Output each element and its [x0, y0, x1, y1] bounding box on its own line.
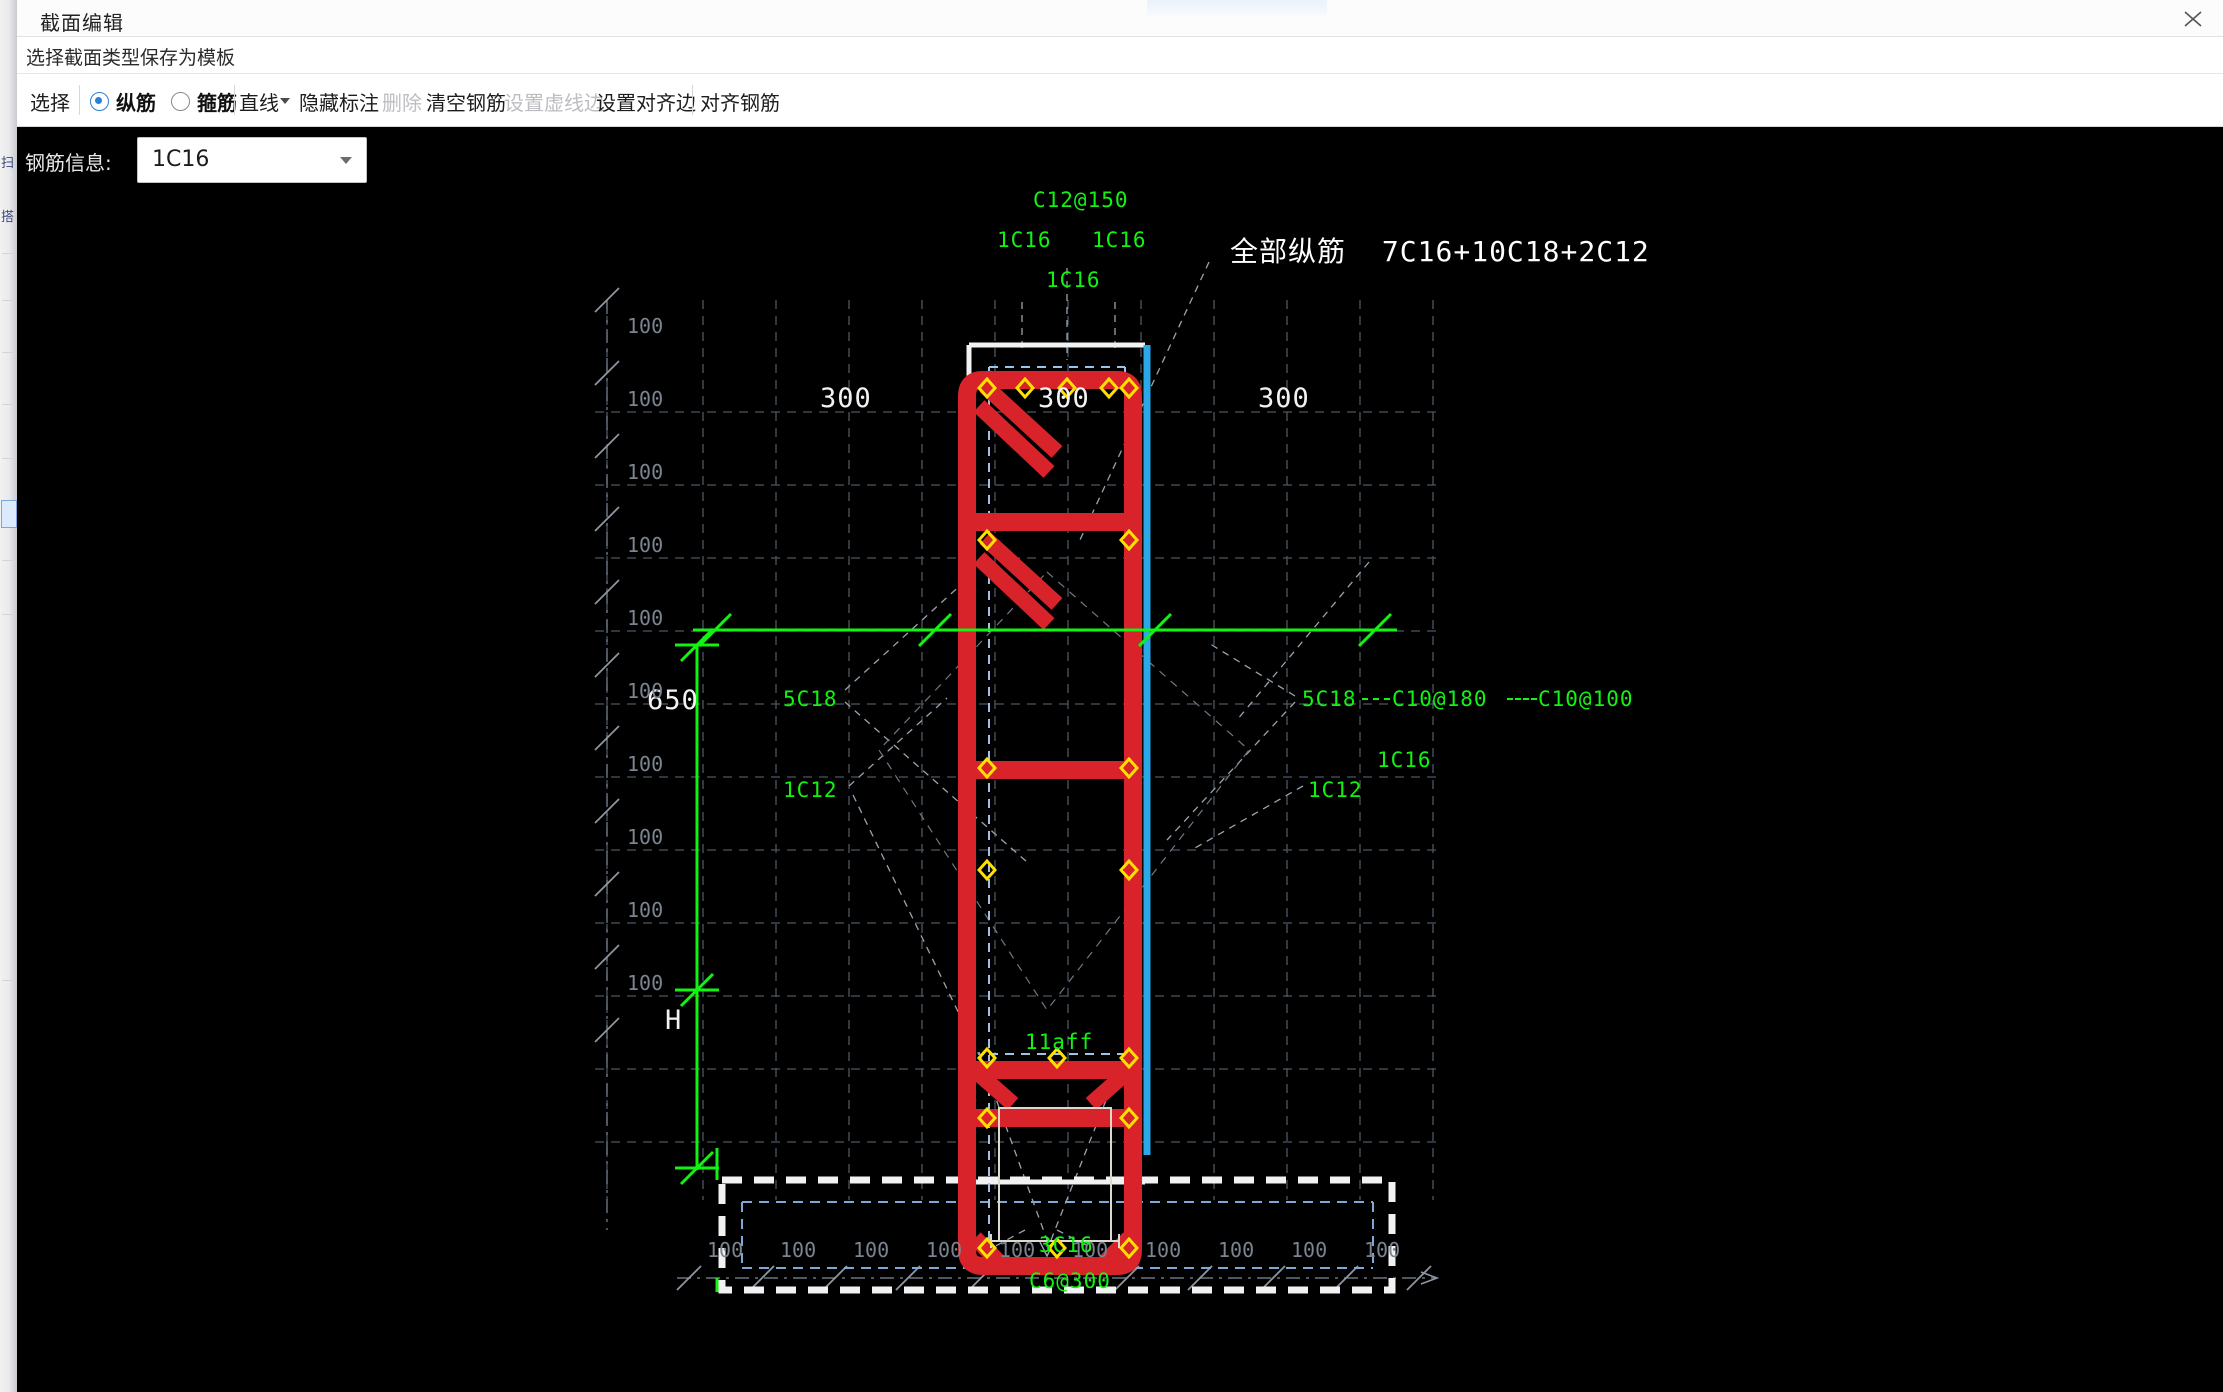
note-label: 全部纵筋	[1230, 235, 1347, 268]
rebar-label-top-left: 1C16	[997, 228, 1052, 252]
chevron-down-icon[interactable]	[340, 157, 352, 164]
tool-hide-annotation[interactable]: 隐藏标注	[299, 87, 379, 116]
rebar-info-label: 钢筋信息:	[25, 151, 112, 175]
grid-tick-left: 100	[627, 460, 664, 484]
cad-drawing	[594, 261, 1440, 1294]
rebar-label-right-1c16: 1C16	[1377, 748, 1432, 772]
rebar-label-right-c10-100: C10@100	[1538, 687, 1634, 711]
title-bar: 截面编辑	[17, 0, 2223, 37]
label-connector-dash	[1362, 698, 1390, 700]
dimension-top-2: 300	[1038, 383, 1090, 414]
radio-stirrup[interactable]: 箍筋	[171, 87, 237, 116]
grid-tick-left: 100	[627, 898, 664, 922]
rebar-label-right-1c12: 1C12	[1308, 778, 1363, 802]
radio-label-stirrup: 箍筋	[197, 91, 237, 115]
grid-tick-bottom: 100	[1291, 1238, 1328, 1262]
window-title: 截面编辑	[40, 11, 124, 35]
grid-tick-left: 100	[627, 314, 664, 338]
close-icon[interactable]	[2173, 2, 2213, 34]
rebar-label-left-1c12: 1C12	[783, 778, 838, 802]
grid-tick-left: 100	[627, 533, 664, 557]
grid-tick-left: 100	[627, 679, 664, 703]
radio-dot-selected	[90, 92, 109, 111]
grid-tick-bottom: 100	[926, 1238, 963, 1262]
grid-tick-bottom: 100	[853, 1238, 890, 1262]
menu-item-select-section-type[interactable]: 选择截面类型	[26, 43, 140, 70]
menu-bar: 选择截面类型 保存为模板	[17, 37, 2223, 74]
menu-item-save-as-template[interactable]: 保存为模板	[140, 43, 235, 70]
radio-longitudinal-rebar[interactable]: 纵筋	[90, 87, 156, 116]
rebar-label-bottom-c6-300: C6@300	[1029, 1269, 1111, 1293]
rebar-info-row: 钢筋信息: 1C16	[17, 127, 2223, 193]
grid-tick-left: 100	[627, 971, 664, 995]
note-callout: 全部纵筋 7C16+10C18+2C12	[1230, 230, 1650, 270]
grid-tick-bottom: 100	[1218, 1238, 1255, 1262]
titlebar-highlight	[1147, 0, 1327, 20]
tool-set-dashed-edge: 设置虚线边	[504, 91, 604, 115]
toolbar-separator	[234, 85, 235, 115]
tool-select[interactable]: 选择	[30, 87, 70, 116]
grid-tick-bottom: 100	[707, 1238, 744, 1262]
tool-align-rebar[interactable]: 对齐钢筋	[700, 87, 780, 116]
radio-label-longitudinal: 纵筋	[116, 91, 156, 115]
toolbar-separator	[692, 85, 693, 115]
chevron-down-icon[interactable]	[280, 98, 290, 104]
rebar-label-top-right: 1C16	[1092, 228, 1147, 252]
rebar-info-combobox[interactable]: 1C16	[137, 137, 367, 183]
tool-clear-rebar[interactable]: 清空钢筋	[426, 87, 506, 116]
tool-set-align-edge[interactable]: 设置对齐边	[596, 87, 696, 116]
section-editor-dialog: 截面编辑 选择截面类型 保存为模板 选择 纵筋 箍筋 直线 隐藏标注 删除 清空…	[17, 0, 2223, 1392]
cad-canvas[interactable]: 全部纵筋 7C16+10C18+2C12 C12@150 1C16 1C16 1…	[17, 190, 2223, 1392]
grid-tick-left: 100	[627, 387, 664, 411]
rebar-label-bottom-3c16: 3C16	[1039, 1233, 1094, 1257]
rebar-label-top-center: 1C16	[1046, 268, 1101, 292]
grid-tick-bottom: 100	[1145, 1238, 1182, 1262]
dimension-top-1: 300	[820, 383, 872, 414]
background-text-fragment: 扫	[1, 156, 15, 171]
background-text-fragment: 搭	[1, 210, 15, 225]
rebar-label-top-stirrup: C12@150	[1033, 190, 1129, 212]
grid-tick-left: 100	[627, 752, 664, 776]
label-connector-dash	[1507, 698, 1537, 700]
grid-tick-left: 100	[627, 606, 664, 630]
dimension-top-3: 300	[1258, 383, 1310, 414]
background-app-sliver: 扫 搭	[0, 0, 17, 1392]
grid-tick-left: 100	[627, 825, 664, 849]
grid-tick-bottom: 100	[780, 1238, 817, 1262]
rebar-label-left-5c18: 5C18	[783, 687, 838, 711]
rebar-label-right-5c18: 5C18	[1302, 687, 1357, 711]
rebar-info-value: 1C16	[152, 147, 210, 172]
background-selected-row	[1, 500, 17, 528]
grid-tick-bottom: 100	[999, 1238, 1036, 1262]
note-value: 7C16+10C18+2C12	[1381, 235, 1650, 268]
toolbar-separator	[79, 85, 80, 115]
grid-tick-bottom: 100	[1364, 1238, 1401, 1262]
toolbar: 选择 纵筋 箍筋 直线 隐藏标注 删除 清空钢筋 设置虚线边 设置对齐边 对齐钢…	[17, 74, 2223, 127]
dimension-left-H: H	[665, 1005, 683, 1036]
tool-line[interactable]: 直线	[239, 87, 279, 116]
tool-delete: 删除	[382, 91, 422, 115]
rebar-label-right-c10-180: C10@180	[1392, 687, 1488, 711]
inner-dimension-label: 11aff	[1025, 1030, 1094, 1054]
radio-dot-unselected	[171, 92, 190, 111]
